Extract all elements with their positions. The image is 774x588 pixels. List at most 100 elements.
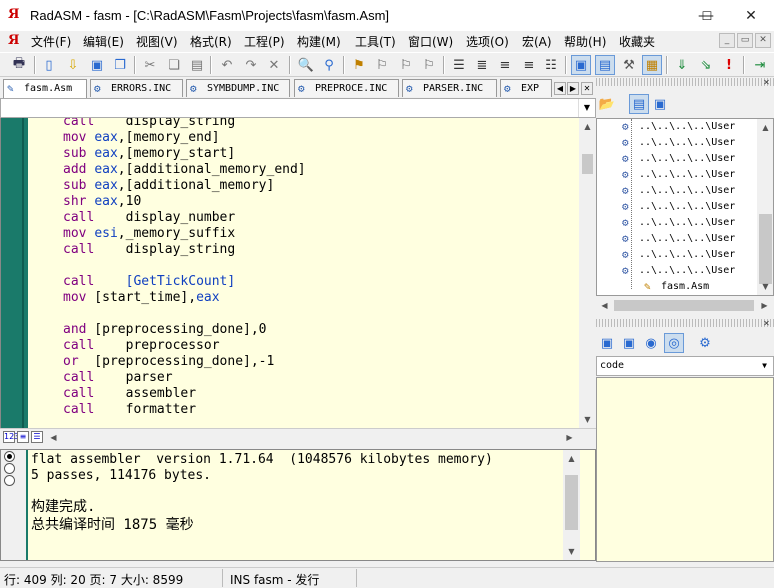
- scroll-thumb[interactable]: [759, 214, 772, 284]
- maximize-button[interactable]: ☐: [684, 0, 730, 31]
- code-line[interactable]: [63, 258, 306, 274]
- editor-vertical-scrollbar[interactable]: ▲ ▼: [579, 118, 596, 428]
- expand-all-icon[interactable]: ☰: [31, 431, 43, 443]
- tab-errors-inc[interactable]: ⚙ ERRORS.INC: [90, 79, 183, 97]
- close-icon[interactable]: ✕: [762, 78, 771, 87]
- code-editor[interactable]: call display_string mov eax,[memory_end] s…: [0, 118, 596, 428]
- tree-item[interactable]: ⚙ ..\..\..\..\User: [622, 215, 735, 231]
- tree-item[interactable]: ⚙ ..\..\..\..\User: [622, 231, 735, 247]
- chevron-down-icon[interactable]: ▼: [578, 99, 595, 117]
- scroll-up-icon[interactable]: ▲: [563, 450, 580, 467]
- menu-options[interactable]: 选项(O): [466, 33, 509, 50]
- code-line[interactable]: or [preprocessing_done],-1: [63, 354, 306, 370]
- code-line[interactable]: add eax,[additional_memory_end]: [63, 162, 306, 178]
- menu-edit[interactable]: 编辑(E): [83, 33, 124, 50]
- code-line[interactable]: call preprocessor: [63, 338, 306, 354]
- menu-project[interactable]: 工程(P): [244, 33, 285, 50]
- close-icon[interactable]: ✕: [762, 319, 771, 328]
- tab-exp-inc[interactable]: ⚙ EXP: [500, 79, 552, 97]
- output-scrollbar[interactable]: ▲ ▼: [563, 450, 580, 560]
- tab-parser-inc[interactable]: ⚙ PARSER.INC: [402, 79, 497, 97]
- project-view-icon[interactable]: ▣: [650, 94, 670, 114]
- find-icon[interactable]: 🔍: [296, 55, 316, 75]
- stop-icon[interactable]: !: [719, 55, 739, 75]
- procedure-combo[interactable]: ▼: [0, 98, 596, 118]
- toggle-bookmark-icon[interactable]: ⚑: [349, 55, 369, 75]
- menu-macro[interactable]: 宏(A): [522, 33, 552, 50]
- open-file-icon[interactable]: ⇩: [63, 55, 83, 75]
- tree-scrollbar[interactable]: ▲ ▼: [757, 119, 773, 295]
- build-run-icon[interactable]: ⇘: [696, 55, 716, 75]
- tab-preproce-inc[interactable]: ⚙ PREPROCE.INC: [294, 79, 399, 97]
- menu-tools[interactable]: 工具(T): [355, 33, 396, 50]
- scroll-up-icon[interactable]: ▲: [579, 118, 596, 135]
- delete-icon[interactable]: ✕: [264, 55, 284, 75]
- code-text[interactable]: call display_string mov eax,[memory_end] s…: [63, 118, 306, 418]
- scroll-down-icon[interactable]: ▼: [757, 278, 773, 295]
- code-line[interactable]: call display_string: [63, 242, 306, 258]
- project-panel-header[interactable]: [596, 78, 774, 86]
- undo-icon[interactable]: ↶: [217, 55, 237, 75]
- next-bookmark-icon[interactable]: ⚐: [372, 55, 392, 75]
- output-panel[interactable]: flat assembler version 1.71.64 (1048576 …: [0, 449, 596, 561]
- code-line[interactable]: sub eax,[additional_memory]: [63, 178, 306, 194]
- cut-icon[interactable]: ✂: [140, 55, 160, 75]
- project-tree[interactable]: ⚙ ..\..\..\..\User ⚙ ..\..\..\..\User ⚙ ..\..…: [596, 118, 774, 296]
- menu-window[interactable]: 窗口(W): [408, 33, 453, 50]
- mdi-minimize-button[interactable]: _: [719, 33, 735, 48]
- scroll-up-icon[interactable]: ▲: [757, 119, 773, 136]
- build-icon[interactable]: ⇓: [672, 55, 692, 75]
- toggle-toolbox-icon[interactable]: ▦: [642, 55, 662, 75]
- code-line[interactable]: and [preprocessing_done],0: [63, 322, 306, 338]
- output-window-1-radio[interactable]: [4, 451, 15, 462]
- tab-close-button[interactable]: ✕: [581, 82, 593, 95]
- mdi-logo-icon[interactable]: Я: [8, 33, 19, 48]
- properties-icon[interactable]: ▣: [597, 333, 617, 353]
- toggle-project-icon[interactable]: ▣: [571, 55, 591, 75]
- scroll-thumb[interactable]: [565, 475, 578, 530]
- code-line[interactable]: call display_string: [63, 118, 306, 130]
- code-line[interactable]: sub eax,[memory_start]: [63, 146, 306, 162]
- code-line[interactable]: call parser: [63, 370, 306, 386]
- replace-icon[interactable]: ⚲: [319, 55, 339, 75]
- code-line[interactable]: call assembler: [63, 386, 306, 402]
- comment-icon[interactable]: ≡: [495, 55, 515, 75]
- code-line[interactable]: call [GetTickCount]: [63, 274, 306, 290]
- tree-horizontal-scrollbar[interactable]: ◀ ▶: [596, 297, 774, 314]
- uncomment-icon[interactable]: ≡: [519, 55, 539, 75]
- indent-icon[interactable]: ☰: [449, 55, 469, 75]
- properties-panel-header[interactable]: [596, 319, 774, 327]
- save-all-icon[interactable]: ❐: [110, 55, 130, 75]
- tree-item[interactable]: ⚙ ..\..\..\..\User: [622, 135, 735, 151]
- outdent-icon[interactable]: ≣: [472, 55, 492, 75]
- search-properties-icon[interactable]: ⚙: [695, 333, 715, 353]
- output-window-3-radio[interactable]: [4, 475, 15, 486]
- code-line[interactable]: call display_number: [63, 210, 306, 226]
- clear-bookmarks-icon[interactable]: ⚐: [419, 55, 439, 75]
- current-file-icon[interactable]: ◎: [664, 333, 684, 353]
- file-view-icon[interactable]: ▤: [629, 94, 649, 114]
- tree-item-selected[interactable]: ✎ fasm.Asm: [644, 279, 709, 295]
- editor-horizontal-scrollbar[interactable]: 123 ≡ ☰ ◀ ▶: [0, 428, 596, 445]
- tab-scroll-left-button[interactable]: ◀: [554, 82, 566, 95]
- properties-combo[interactable]: code ▼: [596, 356, 774, 376]
- refresh-icon[interactable]: ◉: [641, 333, 661, 353]
- output-window-2-radio[interactable]: [4, 463, 15, 474]
- split-view-icon[interactable]: ≡: [17, 431, 29, 443]
- scroll-down-icon[interactable]: ▼: [579, 411, 596, 428]
- mdi-restore-button[interactable]: ▭: [737, 33, 753, 48]
- scroll-down-icon[interactable]: ▼: [563, 543, 580, 560]
- new-file-icon[interactable]: ▯: [39, 55, 59, 75]
- scroll-right-icon[interactable]: ▶: [561, 429, 578, 446]
- copy-icon[interactable]: ❏: [164, 55, 184, 75]
- toggle-output-icon[interactable]: ⚒: [619, 55, 639, 75]
- line-number-toggle-icon[interactable]: 123: [3, 431, 19, 443]
- code-line[interactable]: [63, 306, 306, 322]
- tab-scroll-right-button[interactable]: ▶: [567, 82, 579, 95]
- menu-favorites[interactable]: 收藏夹: [619, 33, 655, 50]
- paste-icon[interactable]: ▤: [187, 55, 207, 75]
- tree-item[interactable]: ⚙ ..\..\..\..\User: [622, 263, 735, 279]
- code-line[interactable]: call formatter: [63, 402, 306, 418]
- code-list-icon[interactable]: ▣: [619, 333, 639, 353]
- menu-file[interactable]: 文件(F): [31, 33, 71, 50]
